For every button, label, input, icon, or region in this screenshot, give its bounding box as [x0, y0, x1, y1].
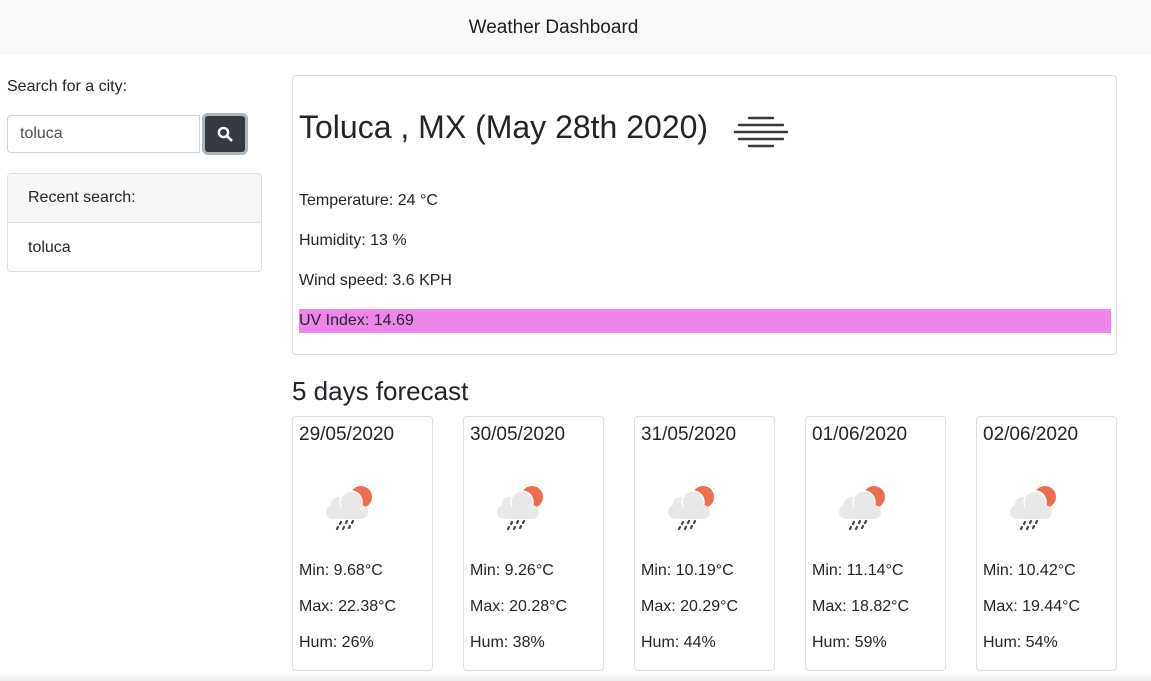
forecast-humidity: Hum: 54% — [983, 634, 1058, 651]
forecast-date: 31/05/2020 — [641, 424, 737, 445]
forecast-date: 01/06/2020 — [812, 424, 908, 445]
forecast-min: Min: 11.14°C — [812, 562, 904, 579]
forecast-humidity: Hum: 38% — [470, 634, 545, 651]
forecast-card: 29/05/2020 Min: 9.68°C Max: 22.38°C Hum:… — [292, 416, 433, 671]
current-weather-card: Toluca , MX (May 28th 2020) Temperature:… — [292, 75, 1117, 355]
recent-search-card: Recent search: toluca — [7, 173, 262, 272]
forecast-min: Min: 10.19°C — [641, 562, 734, 579]
forecast-date: 02/06/2020 — [983, 424, 1079, 445]
forecast-title: 5 days forecast — [292, 376, 469, 406]
rain-sun-icon — [1010, 486, 1056, 531]
navbar: Weather Dashboard — [0, 0, 1151, 55]
forecast-humidity: Hum: 44% — [641, 634, 716, 651]
rain-sun-icon — [497, 486, 543, 531]
forecast-card: 30/05/2020 Min: 9.26°C Max: 20.28°C Hum:… — [463, 416, 604, 671]
forecast-date: 30/05/2020 — [470, 424, 566, 445]
rain-sun-icon — [839, 486, 885, 531]
forecast-date: 29/05/2020 — [299, 424, 395, 445]
temperature-text: Temperature: 24 °C — [299, 192, 438, 209]
forecast-min: Min: 9.68°C — [299, 562, 383, 579]
forecast-max: Max: 20.29°C — [641, 598, 739, 615]
humidity-text: Humidity: 13 % — [299, 232, 407, 249]
city-title: Toluca , MX (May 28th 2020) — [299, 109, 709, 145]
search-button[interactable] — [202, 113, 248, 155]
forecast-card: 01/06/2020 Min: 11.14°C Max: 18.82°C Hum… — [805, 416, 946, 671]
search-label: Search for a city: — [7, 78, 128, 95]
forecast-humidity: Hum: 59% — [812, 634, 887, 651]
forecast-max: Max: 19.44°C — [983, 598, 1081, 615]
forecast-min: Min: 10.42°C — [983, 562, 1076, 579]
forecast-max: Max: 22.38°C — [299, 598, 397, 615]
uv-index-badge: UV Index: 14.69 — [299, 309, 1111, 333]
recent-search-header: Recent search: — [8, 174, 261, 223]
forecast-card: 31/05/2020 Min: 10.19°C Max: 20.29°C Hum… — [634, 416, 775, 671]
forecast-min: Min: 9.26°C — [470, 562, 554, 579]
navbar-title: Weather Dashboard — [468, 16, 639, 38]
page-bottom-edge — [0, 672, 1151, 681]
mist-icon — [733, 116, 789, 148]
forecast-humidity: Hum: 26% — [299, 634, 374, 651]
wind-speed-text: Wind speed: 3.6 KPH — [299, 272, 452, 289]
forecast-card: 02/06/2020 Min: 10.42°C Max: 19.44°C Hum… — [976, 416, 1117, 671]
search-icon — [217, 126, 233, 142]
recent-search-item[interactable]: toluca — [8, 223, 261, 271]
forecast-max: Max: 18.82°C — [812, 598, 910, 615]
rain-sun-icon — [668, 486, 714, 531]
uv-index-text: UV Index: 14.69 — [299, 312, 414, 329]
forecast-max: Max: 20.28°C — [470, 598, 568, 615]
rain-sun-icon — [326, 486, 372, 531]
search-input[interactable] — [7, 115, 200, 153]
